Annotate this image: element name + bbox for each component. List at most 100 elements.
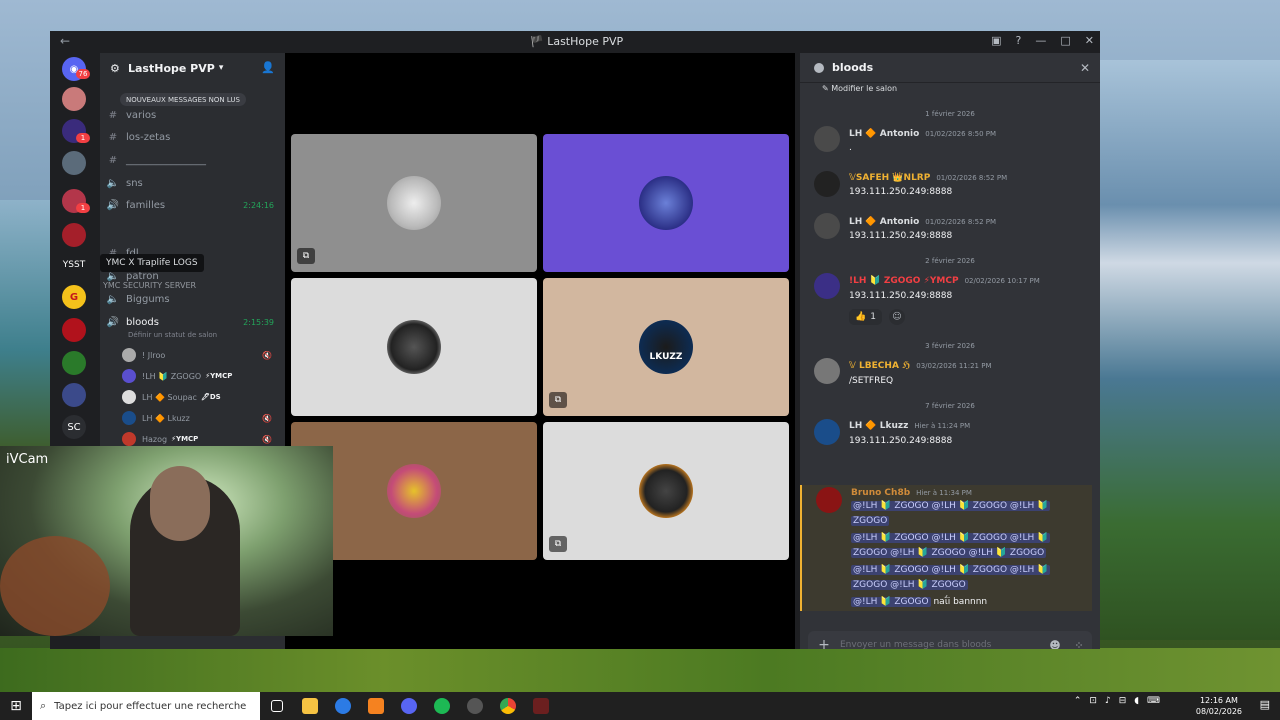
apps-icon[interactable]: ⁘ — [1066, 639, 1092, 650]
server-icon[interactable] — [62, 383, 86, 407]
spotify-icon[interactable] — [425, 692, 458, 720]
user-mention[interactable]: @!LH 🔰 ZGOGO @!LH 🔰 ZGOGO @!LH 🔰 — [851, 501, 1051, 511]
channel-varios[interactable]: # varios — [106, 105, 278, 125]
maximize-button[interactable]: □ — [1060, 34, 1070, 47]
edit-channel-link[interactable]: ✎ Modifier le salon — [822, 84, 897, 93]
minimize-button[interactable]: — — [1035, 34, 1046, 47]
file-explorer-icon[interactable] — [293, 692, 326, 720]
server-icon[interactable] — [62, 87, 86, 111]
chevron-up-icon[interactable]: ⌃ — [1074, 696, 1082, 706]
message-author[interactable]: LH 🔶 Lkuzz Hier à 11:24 PM — [849, 421, 970, 431]
message-input[interactable] — [840, 640, 1044, 649]
user-mention[interactable]: @!LH 🔰 ZGOGO @!LH 🔰 ZGOGO @!LH 🔰 — [851, 533, 1051, 543]
app-icon[interactable] — [359, 692, 392, 720]
user-mention[interactable]: @!LH 🔰 ZGOGO — [851, 597, 931, 607]
message-timestamp: 01/02/2026 8:52 PM — [925, 218, 997, 226]
participant-tile[interactable]: ⧉ — [543, 422, 789, 560]
speaker-icon: 🔊 — [106, 199, 120, 211]
app-icon[interactable] — [524, 692, 557, 720]
avatar[interactable] — [814, 273, 840, 299]
server-icon-sc[interactable]: SC — [62, 415, 86, 439]
channel-familles[interactable]: 🔊 familles 2:24:16 — [106, 195, 278, 215]
voice-timer: 2:15:39 — [243, 317, 274, 327]
avatar[interactable] — [814, 213, 840, 239]
reaction-thumbs-up[interactable]: 👍 1 — [849, 309, 882, 325]
server-icon[interactable] — [62, 318, 86, 342]
mention-line: @!LH 🔰 ZGOGO @!LH 🔰 ZGOGO @!LH 🔰 — [851, 565, 1051, 575]
voice-user[interactable]: !LH 🔰 ZGOGO ⚡YMCP — [122, 366, 272, 386]
add-reaction-icon[interactable]: ☺ — [889, 309, 905, 325]
chat-channel-name: bloods — [832, 61, 874, 74]
help-icon[interactable]: ? — [1016, 34, 1022, 47]
unread-badge: 76 — [76, 69, 90, 79]
server-name: LastHope PVP — [128, 61, 215, 75]
emoji-icon[interactable]: ☻ — [1044, 639, 1066, 650]
volume-icon[interactable]: ◖ — [1134, 696, 1139, 706]
app-icon[interactable] — [392, 692, 425, 720]
message-author[interactable]: Bruno Ch8b Hier à 11:34 PM — [851, 488, 972, 498]
chrome-icon[interactable] — [491, 692, 524, 720]
taskbar-search-placeholder: Tapez ici pour effectuer une recherche — [54, 700, 247, 712]
channel-los-zetas[interactable]: # los-zetas — [106, 127, 278, 147]
server-icon[interactable] — [62, 151, 86, 175]
windows-start-icon[interactable]: ⊞ — [0, 698, 32, 714]
taskbar-search[interactable]: ⌕ Tapez ici pour effectuer une recherche — [32, 692, 260, 720]
voice-user-name: ! Jlroo — [142, 350, 166, 360]
participant-tile[interactable]: LKUZZ ⧉ — [543, 278, 789, 416]
close-button[interactable]: ✕ — [1085, 34, 1094, 47]
server-icon[interactable]: G — [62, 285, 86, 309]
user-mention[interactable]: ZGOGO @!LH 🔰 ZGOGO @!LH 🔰 ZGOGO — [851, 548, 1047, 558]
channel-status-hint[interactable]: Définir un statut de salon — [128, 331, 217, 339]
message-author[interactable]: LH 🔶 Antonio 01/02/2026 8:52 PM — [849, 217, 996, 227]
microphone-icon[interactable]: ♪ — [1105, 696, 1111, 706]
avatar[interactable] — [816, 487, 842, 513]
server-icon-ysst[interactable]: YSST — [62, 253, 86, 277]
window-title: 🏴 LastHope PVP — [530, 35, 624, 48]
user-mention[interactable]: @!LH 🔰 ZGOGO @!LH 🔰 ZGOGO @!LH 🔰 — [851, 565, 1051, 575]
close-icon[interactable]: ✕ — [1080, 61, 1090, 75]
camera-icon[interactable]: ⊡ — [1089, 696, 1097, 706]
voice-user[interactable]: ! Jlroo 🔇 — [122, 345, 272, 365]
notification-icon[interactable]: ▤ — [1260, 698, 1270, 711]
message-author[interactable]: !LH 🔰 ZGOGO ⚡YMCP 02/02/2026 10:17 PM — [849, 276, 1040, 286]
clock-time: 12:16 AM — [1199, 696, 1238, 705]
server-icon[interactable] — [62, 223, 86, 247]
author-name: !LH 🔰 ZGOGO ⚡YMCP — [849, 276, 959, 286]
user-mention[interactable]: ZGOGO — [851, 516, 890, 526]
author-name: 𝕍 LBECHA ℌ — [849, 361, 911, 371]
voice-user[interactable]: LH 🔶 Soupac 🖊DS — [122, 387, 272, 407]
channel-bloods[interactable]: 🔊 bloods 2:15:39 — [106, 312, 278, 332]
avatar[interactable] — [814, 126, 840, 152]
participant-tile[interactable] — [291, 278, 537, 416]
server-icon[interactable] — [62, 351, 86, 375]
discord-taskbar-icon[interactable] — [458, 692, 491, 720]
avatar[interactable] — [814, 358, 840, 384]
voice-user-name: LH 🔶 Lkuzz — [142, 413, 190, 423]
message-author[interactable]: LH 🔶 Antonio 01/02/2026 8:50 PM — [849, 129, 996, 139]
lang-icon[interactable]: ⌨ — [1147, 696, 1160, 706]
unread-badge: 1 — [76, 203, 90, 213]
avatar[interactable] — [814, 171, 840, 197]
user-mention[interactable]: ZGOGO @!LH 🔰 ZGOGO — [851, 580, 968, 590]
mention-line: ZGOGO @!LH 🔰 ZGOGO @!LH 🔰 ZGOGO — [851, 548, 1047, 558]
app-icon[interactable] — [326, 692, 359, 720]
network-icon[interactable]: ⊟ — [1119, 696, 1127, 706]
participant-tile[interactable] — [543, 134, 789, 272]
add-user-icon[interactable]: 👤 — [261, 61, 275, 74]
voice-user-tag: ⚡YMCP — [171, 435, 199, 443]
server-header[interactable]: ⚙ LastHope PVP ▾ 👤 — [100, 53, 285, 83]
participant-tile[interactable]: ⧉ — [291, 134, 537, 272]
mention-line: @!LH 🔰 ZGOGO @!LH 🔰 ZGOGO @!LH 🔰 — [851, 533, 1051, 543]
avatar[interactable] — [814, 419, 840, 445]
message-author[interactable]: 𝕍 LBECHA ℌ 03/02/2026 11:21 PM — [849, 361, 992, 371]
plus-icon[interactable]: + — [808, 637, 840, 649]
channel-sns[interactable]: 🔈 sns — [106, 173, 278, 193]
inbox-icon[interactable]: ▣ — [991, 34, 1001, 47]
taskbar-clock[interactable]: 12:16 AM 08/02/2026 — [1196, 695, 1242, 717]
message-author[interactable]: 𝕍SAFEH 👑NLRP 01/02/2026 8:52 PM — [849, 173, 1007, 183]
channel-separator[interactable]: # ________________ — [106, 150, 278, 170]
voice-user[interactable]: LH 🔶 Lkuzz 🔇 — [122, 408, 272, 428]
nav-back-button[interactable]: ← — [60, 34, 70, 48]
task-view-icon[interactable] — [260, 692, 293, 720]
channel-biggums[interactable]: 🔈 Biggums — [106, 289, 278, 309]
